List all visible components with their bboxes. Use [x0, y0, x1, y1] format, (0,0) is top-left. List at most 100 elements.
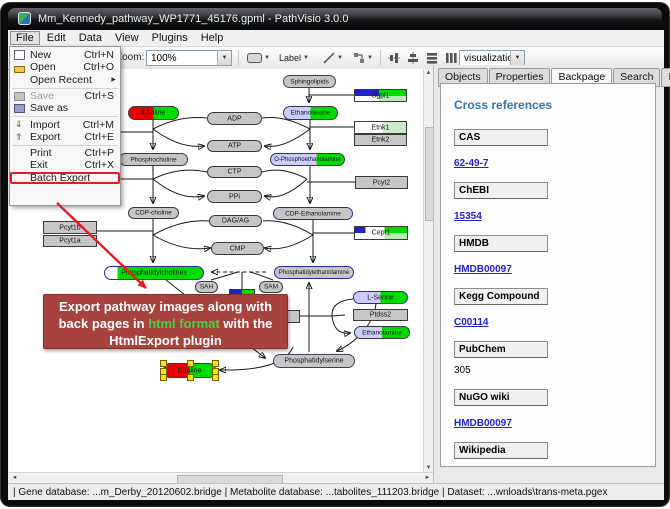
node-pcyt2[interactable]: Pcyt2: [355, 176, 408, 189]
file-menu-item-label: Open Recent: [30, 74, 92, 86]
file-menu-item-new[interactable]: NewCtrl+N: [10, 49, 120, 61]
crossref-link[interactable]: 15354: [454, 211, 482, 222]
node-pcyt1a[interactable]: Pcyt1a: [43, 235, 97, 247]
node-cdp-choline[interactable]: CDP-choline: [128, 207, 179, 219]
node-cept1[interactable]: Cept1: [354, 226, 408, 240]
node-label: Phosphatidylserine: [274, 357, 354, 364]
scroll-down-icon[interactable]: ▼: [424, 465, 433, 471]
node-label: Choline: [164, 367, 215, 374]
node-ethanolamine-top[interactable]: Ethanolamine: [283, 106, 338, 120]
node-etnk1[interactable]: Etnk1: [354, 121, 407, 134]
node-ctp[interactable]: CTP: [207, 166, 262, 178]
selection-handle[interactable]: [187, 374, 194, 381]
selection-handle[interactable]: [212, 374, 219, 381]
node-adp[interactable]: ADP: [207, 112, 262, 125]
node-o-phosphoethanolamine[interactable]: O-Phosphoethanolamine: [270, 153, 345, 166]
node-label: SAM: [260, 283, 282, 290]
node-phosphatidylcholines[interactable]: Phosphatidylcholines: [104, 266, 204, 280]
menu-file[interactable]: File: [10, 31, 40, 45]
canvas-horizontal-scrollbar[interactable]: ◄ ►: [9, 472, 433, 483]
chevron-down-icon: ▼: [337, 55, 343, 61]
page-icon: [14, 50, 25, 60]
node-label: Etnk1: [355, 124, 406, 131]
label-tool-button[interactable]: Label▼: [276, 49, 312, 67]
crossref-section-pubchem: PubChem305: [454, 341, 655, 376]
scroll-up-icon[interactable]: ▲: [424, 70, 433, 76]
node-label: Sgpl1: [355, 92, 406, 99]
node-sphingolipids[interactable]: Sphingolipids: [283, 75, 336, 88]
file-menu-item-open-recent[interactable]: Open Recent▶: [10, 74, 120, 86]
file-menu-item-label: Open: [30, 61, 56, 73]
node-l-serine[interactable]: L-Serine: [353, 291, 408, 304]
crossref-section-cas: CAS62-49-7: [454, 129, 655, 182]
file-menu-item-save[interactable]: SaveCtrl+S: [10, 90, 120, 102]
crossref-header: PubChem: [454, 341, 548, 358]
menu-plugins[interactable]: Plugins: [146, 31, 194, 45]
file-menu-item-open[interactable]: OpenCtrl+O: [10, 61, 120, 73]
node-phosphatidylserine[interactable]: Phosphatidylserine: [273, 354, 355, 368]
file-menu-item-label: Batch Export: [30, 172, 90, 184]
file-menu-item-label: Print: [30, 147, 52, 159]
node-sam[interactable]: SAM: [259, 281, 283, 293]
visualization-combobox[interactable]: visualization ▼: [459, 50, 525, 66]
node-etnk2[interactable]: Etnk2: [354, 134, 407, 146]
file-menu-item-print[interactable]: PrintCtrl+P: [10, 147, 120, 159]
align-vertical-center-button[interactable]: [385, 49, 403, 67]
node-sgpl1[interactable]: Sgpl1: [354, 89, 407, 102]
node-phosphocholine[interactable]: Phosphocholine: [119, 153, 188, 166]
node-choline-top[interactable]: Choline: [128, 106, 179, 120]
node-cmp[interactable]: CMP: [211, 242, 264, 255]
chevron-down-icon[interactable]: ▼: [510, 51, 524, 65]
menu-data[interactable]: Data: [73, 31, 108, 45]
chevron-down-icon[interactable]: ▼: [217, 51, 231, 65]
selection-handle[interactable]: [160, 360, 167, 367]
node-label: Pcyt1b: [44, 224, 96, 231]
align-vertical-center-icon: [388, 52, 400, 64]
zoom-value: 100%: [151, 53, 177, 64]
tab-legend[interactable]: Legend: [661, 68, 670, 87]
file-menu-item-exit[interactable]: ExitCtrl+X: [10, 159, 120, 171]
node-phosphatidylethanolamine[interactable]: Phosphatidylethanolamine: [274, 266, 354, 279]
datanode-button[interactable]: ▼: [244, 49, 273, 67]
crossref-header: Wikipedia: [454, 442, 548, 459]
node-dag-ag[interactable]: DAG/AG: [209, 215, 262, 227]
file-menu-item-import[interactable]: ImportCtrl+M: [10, 119, 120, 131]
file-menu-item-save-as[interactable]: Save as: [10, 102, 120, 114]
selection-handle[interactable]: [212, 360, 219, 367]
node-atp[interactable]: ATP: [207, 140, 262, 152]
scroll-right-icon[interactable]: ►: [423, 475, 432, 481]
node-ethanolamine-bottom[interactable]: Ethanolamine: [354, 326, 410, 339]
scroll-left-icon[interactable]: ◄: [10, 475, 19, 481]
backpage-sections: CAS62-49-7ChEBI15354HMDBHMDB00097Kegg Co…: [454, 129, 655, 467]
crossref-link[interactable]: HMDB00097: [454, 418, 512, 429]
menu-edit[interactable]: Edit: [41, 31, 72, 45]
zoom-combobox[interactable]: 100% ▼: [146, 50, 232, 66]
node-ptdss2[interactable]: Ptdss2: [353, 309, 408, 321]
node-sah[interactable]: SAH: [195, 281, 218, 293]
selection-handle[interactable]: [160, 368, 167, 375]
line-tool-button[interactable]: ▼: [320, 49, 346, 67]
crossref-link[interactable]: 62-49-7: [454, 158, 488, 169]
menu-help[interactable]: Help: [195, 31, 230, 45]
node-ppi[interactable]: PPi: [207, 190, 262, 203]
node-pcyt1b[interactable]: Pcyt1b: [43, 221, 97, 234]
connector-tool-button[interactable]: ▼: [350, 49, 376, 67]
backpage-panel: Cross references CAS62-49-7ChEBI15354HMD…: [440, 83, 656, 467]
menu-view[interactable]: View: [109, 31, 145, 45]
crossref-link[interactable]: HMDB00097: [454, 264, 512, 275]
node-label: Sphingolipids: [284, 78, 335, 85]
selection-handle[interactable]: [160, 374, 167, 381]
crossref-section-wikipedia: WikipediaCholine: [454, 442, 655, 467]
node-choline-selected[interactable]: Choline: [163, 363, 216, 378]
crossref-link[interactable]: C00114: [454, 317, 488, 328]
canvas-vertical-scrollbar[interactable]: ▲ ▼: [423, 69, 433, 472]
node-cdp-ethanolamine[interactable]: CDP-Ethanolamine: [273, 207, 353, 220]
shortcut-label: Ctrl+E: [85, 131, 116, 143]
selection-handle[interactable]: [187, 360, 194, 367]
node-label: Ethanolamine: [355, 329, 409, 336]
align-horizontal-center-button[interactable]: [404, 49, 422, 67]
scrollbar-thumb[interactable]: [425, 127, 433, 221]
file-menu-item-batch-export[interactable]: Batch Export: [10, 172, 120, 184]
shortcut-label: Ctrl+S: [85, 90, 116, 102]
file-menu-item-export[interactable]: ExportCtrl+E: [10, 131, 120, 143]
